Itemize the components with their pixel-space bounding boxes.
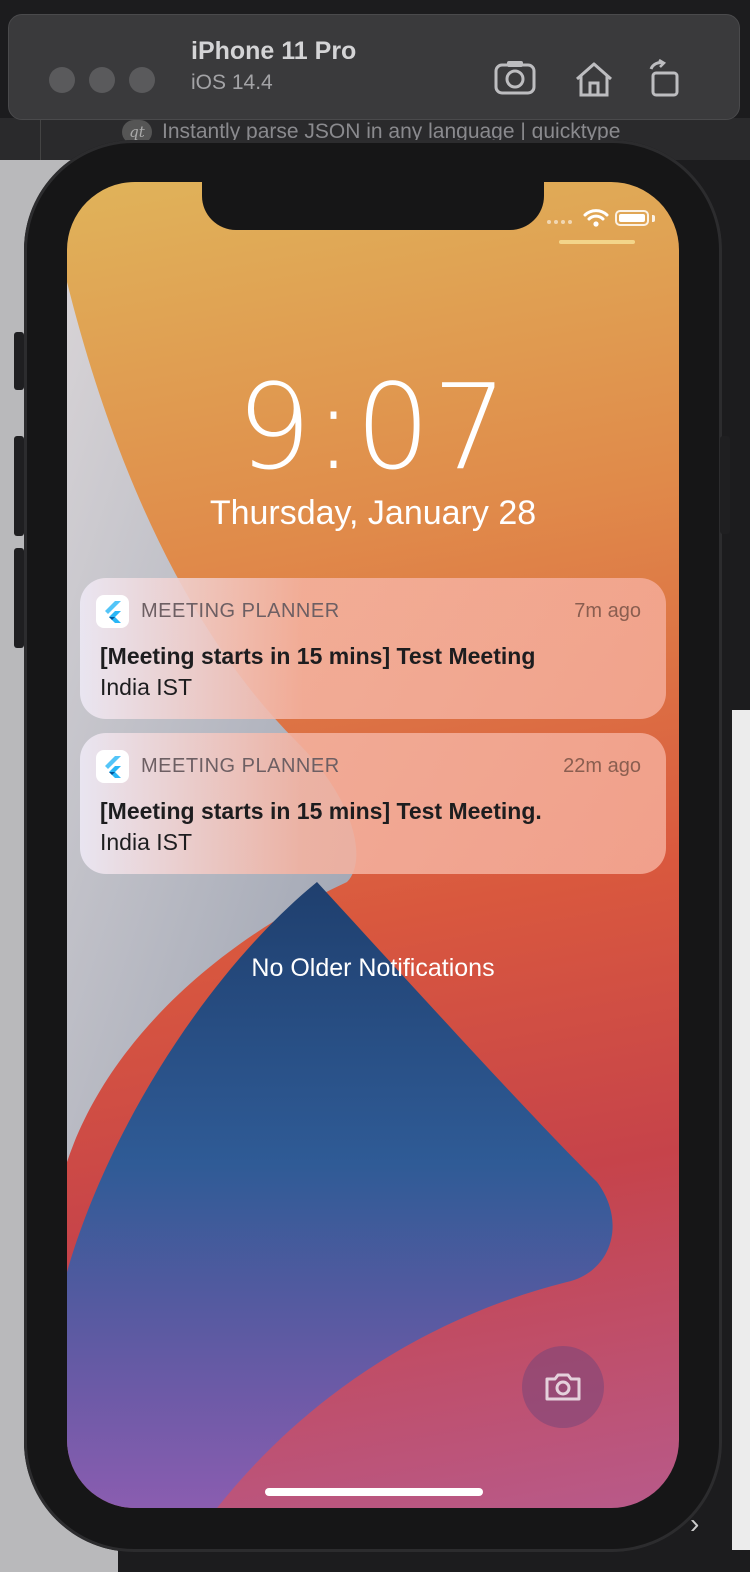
volume-up-button[interactable] xyxy=(14,436,24,536)
notification-app-name: MEETING PLANNER xyxy=(141,600,340,622)
lock-date: Thursday, January 28 xyxy=(209,494,537,532)
zoom-window-button[interactable] xyxy=(129,67,155,93)
notification-title: [Meeting starts in 15 mins] Test Meeting xyxy=(100,643,536,669)
battery-tip xyxy=(652,215,655,222)
camera-icon xyxy=(545,1373,581,1401)
cellular-signal-icon xyxy=(547,220,572,224)
notification-body: India IST xyxy=(100,829,193,855)
wifi-icon xyxy=(583,209,609,227)
flutter-app-icon xyxy=(96,595,129,628)
flutter-app-icon xyxy=(96,750,129,783)
notification-app-name: MEETING PLANNER xyxy=(141,755,340,777)
tab-divider xyxy=(40,118,41,160)
volume-down-button[interactable] xyxy=(14,548,24,648)
notification-card[interactable]: MEETING PLANNER 22m ago [Meeting starts … xyxy=(80,733,666,874)
notification-body: India IST xyxy=(100,674,193,700)
os-version: iOS 14.4 xyxy=(191,71,273,94)
notification-card[interactable]: MEETING PLANNER 7m ago [Meeting starts i… xyxy=(80,578,666,719)
no-older-notifications: No Older Notifications xyxy=(251,954,495,982)
rotate-icon[interactable] xyxy=(643,59,689,99)
home-icon[interactable] xyxy=(571,59,617,99)
side-power-button[interactable] xyxy=(720,436,730,534)
close-window-button[interactable] xyxy=(49,67,75,93)
control-center-indicator[interactable] xyxy=(559,240,635,244)
screenshot-icon[interactable] xyxy=(493,59,539,99)
minimize-window-button[interactable] xyxy=(89,67,115,93)
notch xyxy=(202,182,544,230)
lock-screen: 9:07 Thursday, January 28 MEETING PLANNE… xyxy=(67,182,679,1508)
mute-switch[interactable] xyxy=(14,332,24,390)
camera-button[interactable] xyxy=(522,1346,604,1428)
notification-time: 7m ago xyxy=(574,600,641,622)
device-name: iPhone 11 Pro xyxy=(191,37,357,65)
notification-title: [Meeting starts in 15 mins] Test Meeting… xyxy=(100,798,542,824)
battery-icon xyxy=(615,210,649,226)
simulator-title-bar: iPhone 11 Pro iOS 14.4 xyxy=(8,14,740,120)
backdrop-window-right xyxy=(732,710,750,1550)
notification-time: 22m ago xyxy=(563,755,641,777)
lock-clock: 9:07 xyxy=(236,358,510,496)
home-indicator[interactable] xyxy=(265,1488,483,1496)
